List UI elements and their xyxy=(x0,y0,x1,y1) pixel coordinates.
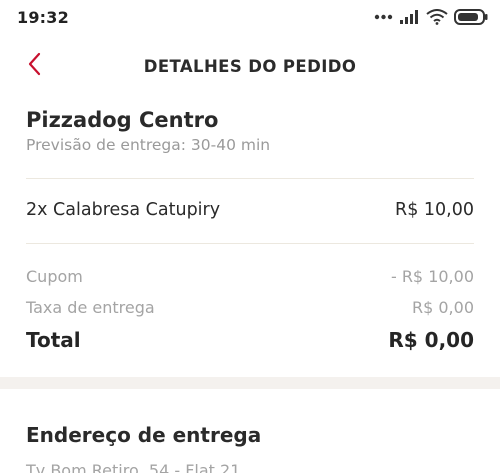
section-separator xyxy=(0,377,500,389)
divider xyxy=(26,243,474,244)
delivery-fee-label: Taxa de entrega xyxy=(26,298,155,317)
status-icons xyxy=(374,9,488,25)
total-row: Total R$ 0,00 xyxy=(26,328,474,352)
item-name: 2x Calabresa Catupiry xyxy=(26,200,221,220)
coupon-label: Cupom xyxy=(26,267,83,286)
order-details-screen: 19:32 DETALHES DO PEDIDO Pizzadog Centro… xyxy=(0,0,500,473)
delivery-estimate: Previsão de entrega: 30-40 min xyxy=(26,136,271,154)
item-price: R$ 10,00 xyxy=(395,200,474,220)
divider xyxy=(26,178,474,179)
coupon-value: - R$ 10,00 xyxy=(390,267,474,286)
page-title: DETALHES DO PEDIDO xyxy=(143,57,357,76)
total-label: Total xyxy=(26,328,81,352)
battery-icon xyxy=(454,9,488,25)
store-name: Pizzadog Centro xyxy=(26,108,219,132)
wifi-icon xyxy=(426,9,448,25)
order-item-row: 2x Calabresa Catupiry R$ 10,00 xyxy=(26,200,474,220)
header: DETALHES DO PEDIDO xyxy=(0,46,500,88)
status-bar: 19:32 xyxy=(0,0,500,34)
signal-dots-icon xyxy=(374,13,394,21)
coupon-row: Cupom - R$ 10,00 xyxy=(26,267,474,286)
delivery-address-line: Tv Bom Retiro, 54 - Flat 21 xyxy=(26,461,241,473)
delivery-address-title: Endereço de entrega xyxy=(26,423,262,447)
delivery-fee-value: R$ 0,00 xyxy=(411,298,474,317)
status-time: 19:32 xyxy=(17,7,69,27)
cell-signal-icon xyxy=(400,10,420,24)
total-value: R$ 0,00 xyxy=(388,328,474,352)
delivery-fee-row: Taxa de entrega R$ 0,00 xyxy=(26,298,474,317)
